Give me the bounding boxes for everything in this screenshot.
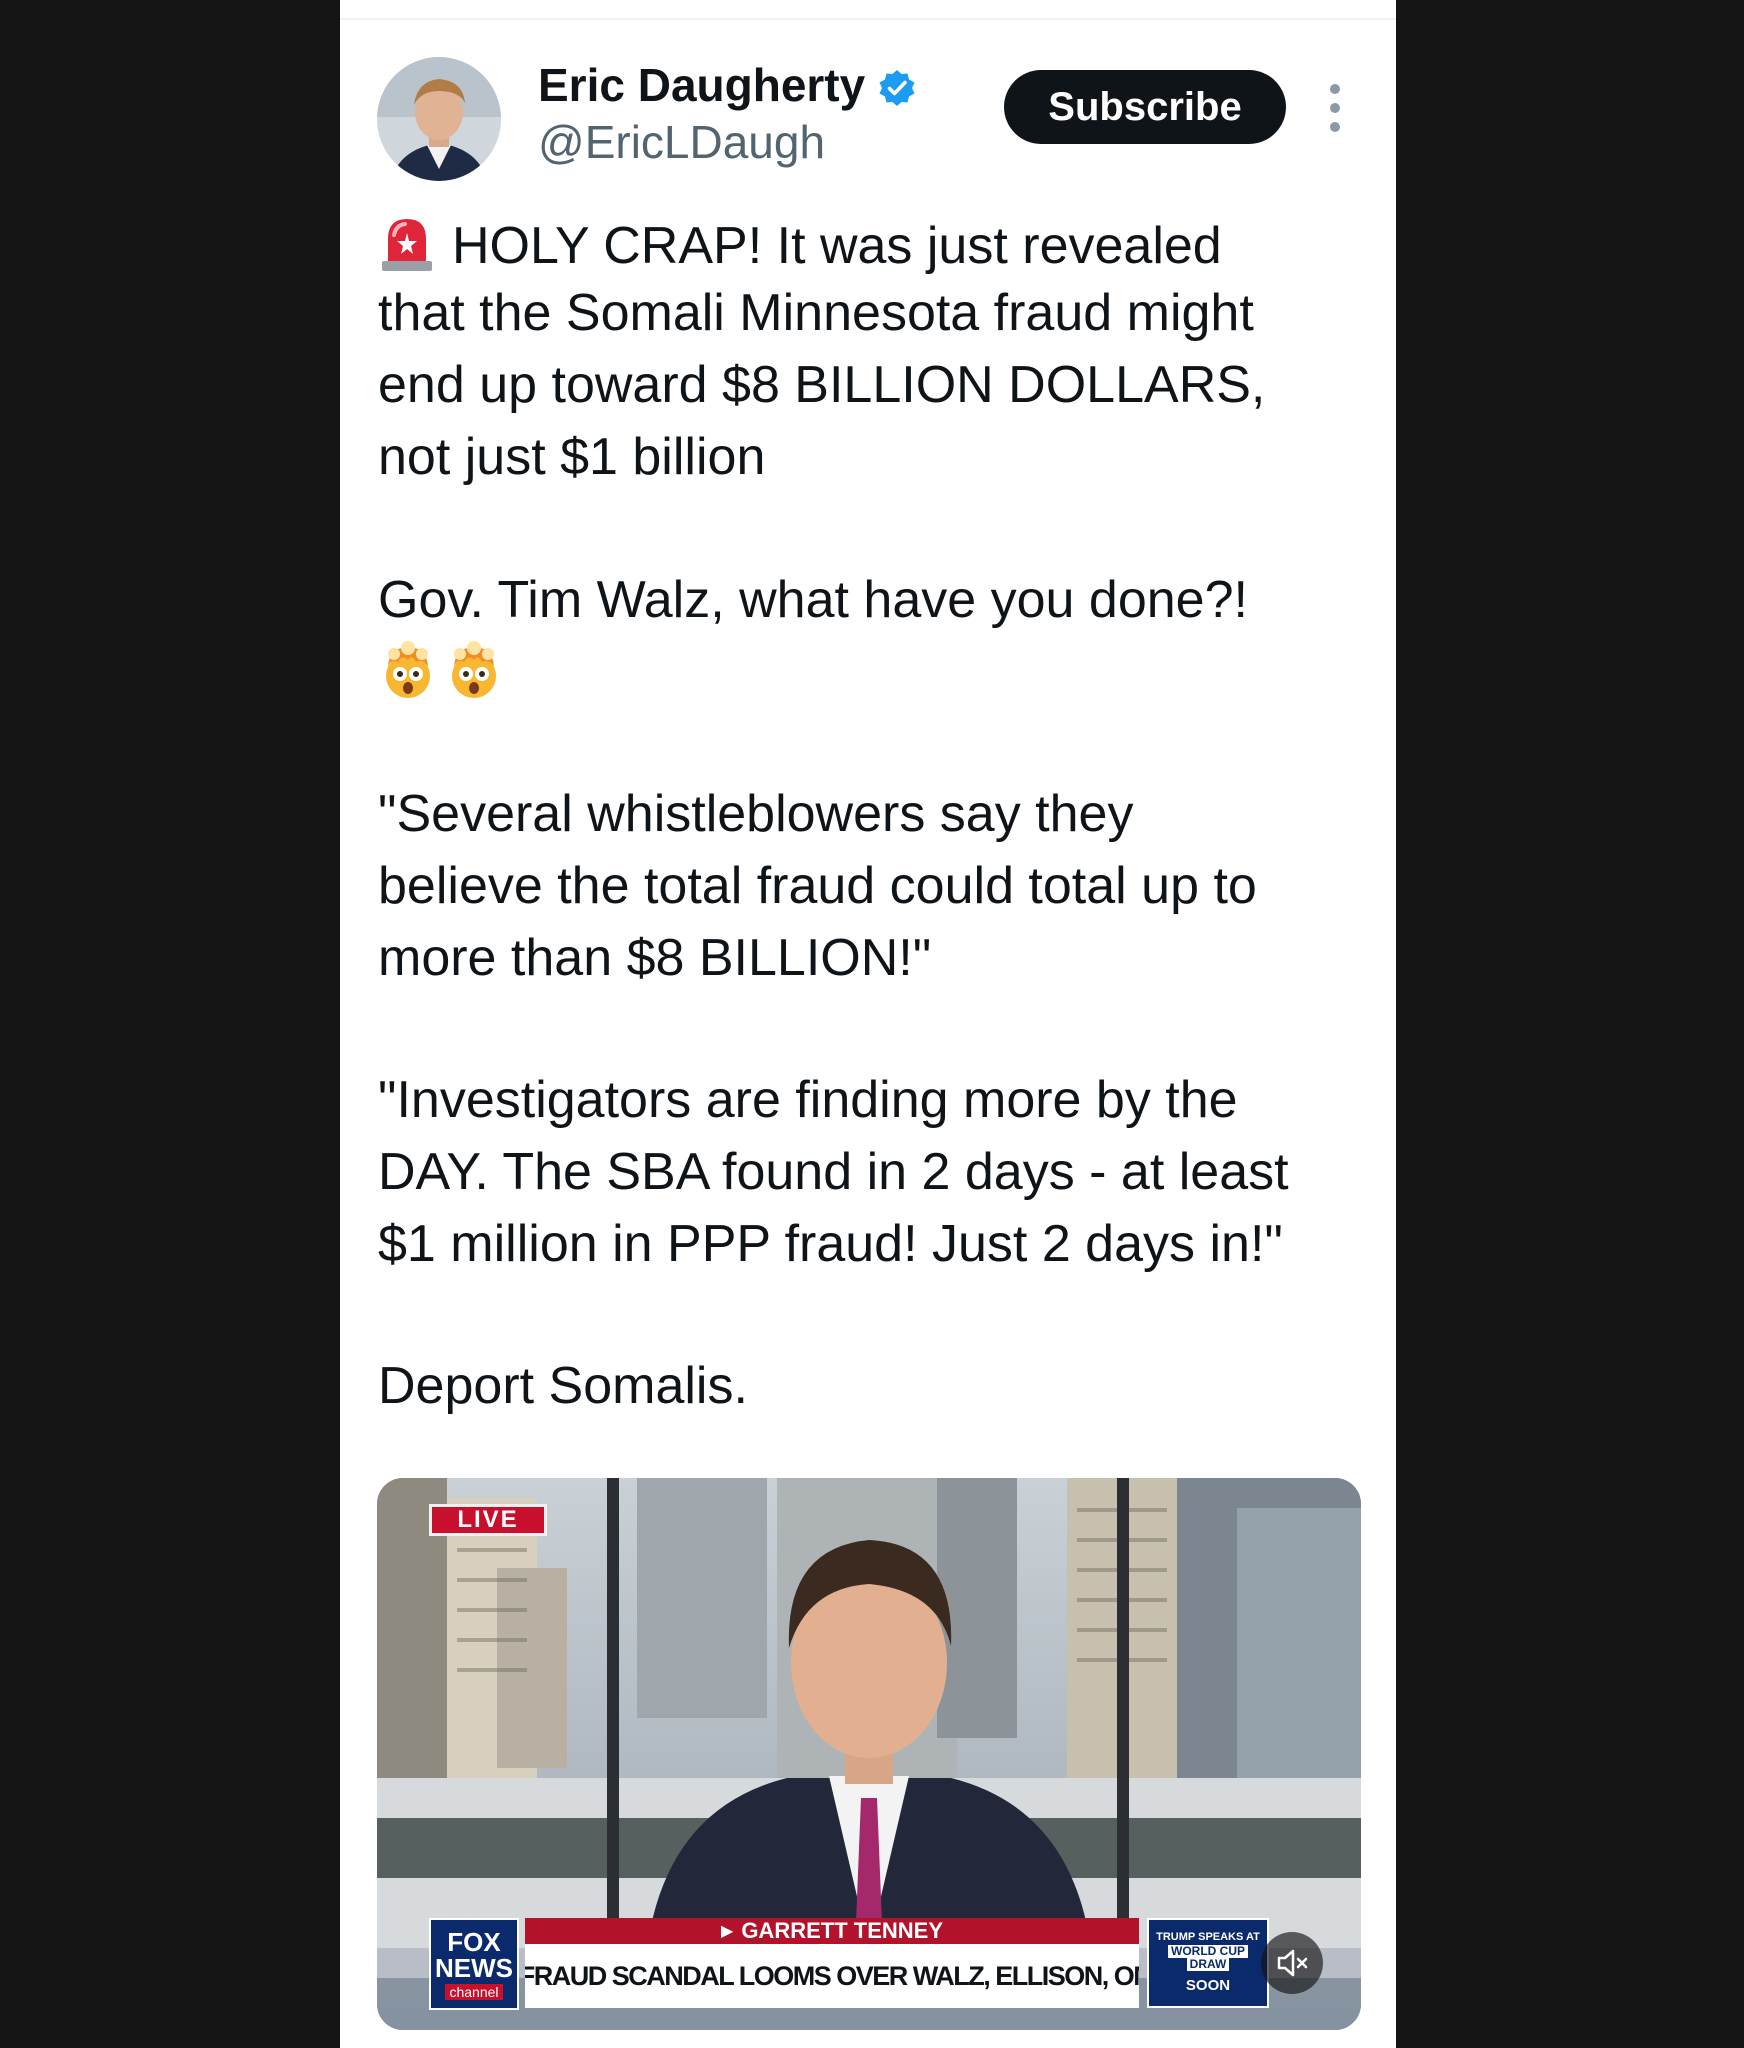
logo-fox: FOX	[447, 1926, 501, 1957]
headline-text: MN FRAUD SCANDAL LOOMS OVER WALZ, ELLISO…	[525, 1960, 1139, 1991]
tweet-text-line: $1 million in PPP fraud! Just 2 days in!…	[378, 1215, 1283, 1273]
divider	[340, 18, 1396, 20]
reporter-name-bar: ▶ GARRETT TENNEY	[525, 1918, 1139, 1944]
promo-box: TRUMP SPEAKS AT WORLD CUP DRAW SOON	[1147, 1918, 1269, 2008]
subscribe-button[interactable]: Subscribe	[1004, 70, 1286, 144]
tweet-text-line: believe the total fraud could total up t…	[378, 857, 1257, 915]
display-name[interactable]: Eric Daugherty	[538, 58, 917, 112]
tweet-text-line: "Investigators are finding more by the	[378, 1071, 1238, 1129]
headline-bar: MN FRAUD SCANDAL LOOMS OVER WALZ, ELLISO…	[525, 1944, 1139, 2008]
tweet-text-line: HOLY CRAP! It was just revealed	[378, 215, 1222, 273]
reporter-name: GARRETT TENNEY	[741, 1918, 943, 1943]
more-options-icon[interactable]	[1323, 84, 1347, 132]
handle[interactable]: @EricLDaugh	[538, 115, 825, 169]
fox-news-logo: FOX NEWS channel	[429, 1918, 519, 2010]
exploding-head-emoji-icon	[444, 640, 504, 700]
promo-line: SOON	[1185, 1977, 1231, 1995]
tweet-text-line: Gov. Tim Walz, what have you done?!	[378, 571, 1248, 629]
promo-line: DRAW	[1186, 1957, 1230, 1972]
promo-line: TRUMP SPEAKS AT	[1156, 1930, 1260, 1943]
tweet-card: Eric Daugherty @EricLDaugh Subscribe HOL…	[340, 0, 1396, 2048]
tweet-text-line: DAY. The SBA found in 2 days - at least	[378, 1143, 1289, 1201]
tweet-text-line: Deport Somalis.	[378, 1357, 748, 1415]
tweet-text-line: end up toward $8 BILLION DOLLARS,	[378, 356, 1266, 414]
verified-badge-icon	[877, 65, 917, 106]
siren-emoji-icon	[378, 215, 436, 273]
tweet-text-line: that the Somali Minnesota fraud might	[378, 284, 1254, 342]
play-triangle-icon: ▶	[721, 1923, 734, 1940]
tweet-text-line: more than $8 BILLION!"	[378, 929, 932, 987]
avatar[interactable]	[377, 57, 501, 181]
tweet-text-line: "Several whistleblowers say they	[378, 785, 1134, 843]
video-player[interactable]: LIVE FOX NEWS channel ▶ GARRETT TENNEY M…	[377, 1478, 1361, 2030]
mute-icon[interactable]	[1261, 1932, 1323, 1994]
tweet-text-line: not just $1 billion	[378, 428, 766, 486]
exploding-head-emoji-icon	[378, 640, 438, 700]
logo-channel: channel	[445, 1983, 503, 2000]
live-badge: LIVE	[429, 1504, 547, 1536]
logo-news: NEWS	[435, 1952, 513, 1983]
display-name-text[interactable]: Eric Daugherty	[538, 58, 865, 112]
live-label: LIVE	[457, 1506, 519, 1533]
exploding-head-emojis	[378, 640, 510, 709]
